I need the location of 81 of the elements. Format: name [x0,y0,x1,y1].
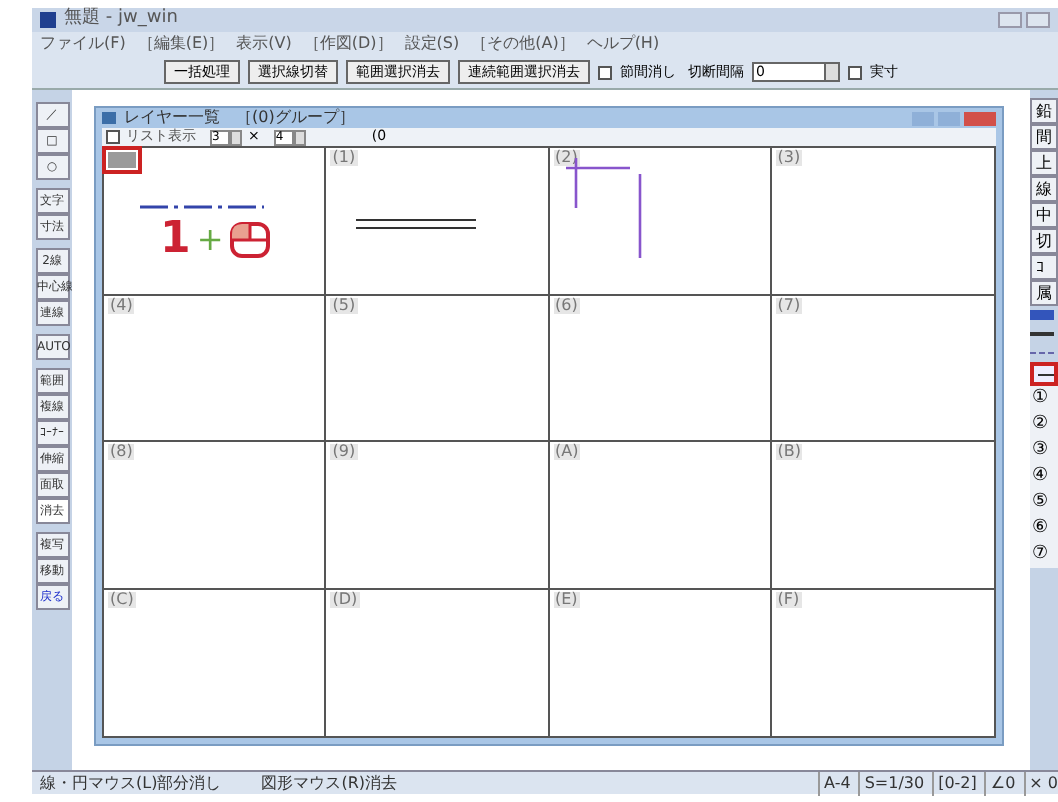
layer-button[interactable]: ③ [1030,438,1058,464]
menu-item[interactable]: 表示(V) [236,32,292,56]
layer-button[interactable]: ② [1030,412,1058,438]
layer-label: (A) [553,444,581,460]
menu-item[interactable]: ファイル(F) [40,32,126,56]
status-field: ∠0 [984,771,1016,795]
digit: 1 [160,218,191,262]
layer-cell[interactable]: (4) [104,295,327,442]
status-text: 線・円マウス(L)部分消し [40,771,222,795]
double-line [356,218,477,230]
status-text: 図形マウス(R)消去 [261,771,398,795]
menu-item[interactable]: ［編集(E)］ [137,32,225,56]
plus-sign: + [196,224,224,256]
layer-label: (7) [775,297,803,313]
layer-button[interactable]: ⑥ [1030,516,1058,542]
maximize-button[interactable] [1026,12,1050,28]
tool-button[interactable]: 属 [1030,280,1058,306]
close-button[interactable] [964,111,996,125]
layer-label-block [108,152,136,168]
status-field[interactable]: S=1/30 [858,771,925,795]
layer-cell[interactable]: (2) [549,148,772,295]
tool-button[interactable]: 上 [1030,150,1058,176]
menu-item[interactable]: ヘルプ(H) [586,32,660,56]
layer-label: (9) [330,444,358,460]
minimize-button[interactable] [998,12,1022,28]
mouse-icon [229,222,270,258]
status-field[interactable]: [0-2] [932,771,977,795]
menu-item[interactable]: ［その他(A)］ [471,32,575,56]
layer-label: (1) [330,150,358,166]
spin-button[interactable] [230,129,242,145]
tool-button[interactable]: ｺ [1030,254,1058,280]
layer-label: (8) [108,444,135,460]
layer-cell[interactable]: (D) [326,589,549,736]
layer-label: (3) [775,150,803,166]
layer-cell[interactable]: (7) [771,295,994,442]
status-field[interactable]: A-4 [818,771,851,795]
layer-cell[interactable]: (E) [549,589,772,736]
menu-item[interactable]: 設定(S) [404,32,460,56]
layer-button[interactable]: ① [1030,386,1058,412]
checkbox[interactable] [598,65,612,79]
layer-button[interactable]: ⑦ [1030,542,1058,568]
line-style-icon[interactable] [1030,352,1054,354]
tool-button[interactable]: 中 [1030,202,1058,228]
dash-dot-line [140,204,264,210]
tool-button[interactable]: 線 [1030,176,1058,202]
color-bar [1030,310,1054,320]
window-title: 無題 - jw_win [64,6,178,33]
layer-cell[interactable]: (5) [326,295,549,442]
menu-item[interactable]: ［作図(D)］ [303,32,393,56]
layer-cell[interactable]: (B) [771,442,994,589]
layer-cell[interactable]: (A) [549,442,772,589]
window-icon [102,112,116,124]
layer-cell[interactable]: (F) [771,589,994,736]
line-icon [1038,373,1054,375]
status-field: × 0 [1023,771,1058,795]
layer-label: (E) [553,591,580,607]
layer-label: (5) [330,297,358,313]
layer-label: (F) [775,591,802,607]
layer-cell[interactable]: 1+ [104,148,327,295]
layer-cell[interactable]: (9) [326,442,549,589]
layer-cell[interactable]: (1) [326,148,549,295]
app-icon [40,12,56,28]
layer-label: (D) [330,591,360,607]
layer-window-title: レイヤー一覧 ［(0)グループ］ [124,106,355,128]
layer-button[interactable]: ④ [1030,464,1058,490]
layer-group-button[interactable] [1030,362,1058,386]
layer-cell[interactable]: (C) [104,589,327,736]
checkbox[interactable] [848,65,862,79]
layer-label: (4) [108,297,135,313]
tool-button[interactable]: 間 [1030,124,1058,150]
layer-label: (C) [108,591,136,607]
tool-button[interactable]: 鉛 [1030,98,1058,124]
tool-button[interactable]: 切 [1030,228,1058,254]
layer-label: (2) [553,150,580,166]
checkbox[interactable] [106,130,120,144]
layer-label: (6) [553,297,580,313]
layer-button[interactable]: ⑤ [1030,490,1058,516]
layer-cell[interactable]: (6) [549,295,772,442]
layer-cell[interactable]: (3) [771,148,994,295]
layer-cell[interactable]: (8) [104,442,327,589]
layer-label: (B) [775,444,803,460]
